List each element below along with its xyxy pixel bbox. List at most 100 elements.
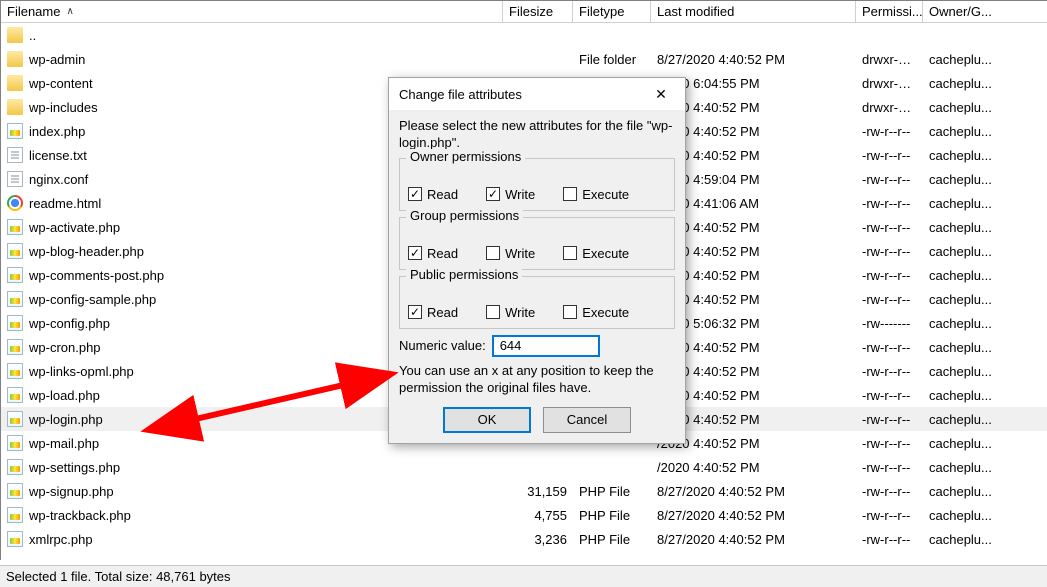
file-size: 3,236 [503, 532, 573, 547]
file-row[interactable]: wp-settings.php/2020 4:40:52 PM-rw-r--r-… [1, 455, 1047, 479]
file-type: PHP File [573, 532, 651, 547]
file-permissions: -rw-r--r-- [856, 292, 923, 307]
file-size: 31,159 [503, 484, 573, 499]
file-permissions: -rw-r--r-- [856, 268, 923, 283]
col-permissions[interactable]: Permissi... [856, 1, 923, 22]
php-icon [7, 483, 23, 499]
checkbox-icon [486, 305, 500, 319]
file-row[interactable]: wp-adminFile folder8/27/2020 4:40:52 PMd… [1, 47, 1047, 71]
php-icon [7, 243, 23, 259]
col-modified[interactable]: Last modified [651, 1, 856, 22]
col-filesize[interactable]: Filesize [503, 1, 573, 22]
change-attributes-dialog: Change file attributes ✕ Please select t… [388, 77, 686, 444]
file-name: index.php [29, 124, 85, 139]
group-read-checkbox[interactable]: ✓Read [408, 246, 458, 261]
file-name: wp-activate.php [29, 220, 120, 235]
checkbox-icon: ✓ [408, 246, 422, 260]
close-button[interactable]: ✕ [647, 84, 675, 104]
file-name: wp-trackback.php [29, 508, 131, 523]
file-permissions: -rw-r--r-- [856, 148, 923, 163]
file-permissions: -rw-r--r-- [856, 172, 923, 187]
file-permissions: drwxr-xr-x [856, 100, 923, 115]
file-name: wp-comments-post.php [29, 268, 164, 283]
file-owner: cacheplu... [923, 484, 1043, 499]
col-filetype[interactable]: Filetype [573, 1, 651, 22]
file-permissions: -rw-r--r-- [856, 364, 923, 379]
file-owner: cacheplu... [923, 268, 1043, 283]
group-permissions-group: Group permissions ✓Read Write Execute [399, 217, 675, 270]
file-permissions: -rw-r--r-- [856, 196, 923, 211]
numeric-value-label: Numeric value: [399, 338, 486, 353]
checkbox-icon [563, 305, 577, 319]
file-owner: cacheplu... [923, 460, 1043, 475]
public-write-checkbox[interactable]: Write [486, 305, 535, 320]
php-icon [7, 123, 23, 139]
file-owner: cacheplu... [923, 76, 1043, 91]
numeric-value-input[interactable] [492, 335, 600, 357]
file-row[interactable]: wp-trackback.php4,755PHP File8/27/2020 4… [1, 503, 1047, 527]
file-permissions: drwxr-xr-x [856, 52, 923, 67]
owner-execute-checkbox[interactable]: Execute [563, 187, 629, 202]
dialog-buttons: OK Cancel [399, 407, 675, 433]
public-execute-checkbox[interactable]: Execute [563, 305, 629, 320]
col-filetype-label: Filetype [579, 4, 625, 19]
col-filesize-label: Filesize [509, 4, 553, 19]
col-permissions-label: Permissi... [862, 4, 923, 19]
file-owner: cacheplu... [923, 220, 1043, 235]
public-legend: Public permissions [406, 267, 522, 282]
file-owner: cacheplu... [923, 364, 1043, 379]
file-name: wp-config.php [29, 316, 110, 331]
file-owner: cacheplu... [923, 124, 1043, 139]
file-row[interactable]: xmlrpc.php3,236PHP File8/27/2020 4:40:52… [1, 527, 1047, 551]
php-icon [7, 507, 23, 523]
file-name: wp-config-sample.php [29, 292, 156, 307]
file-permissions: -rw-r--r-- [856, 460, 923, 475]
file-name: wp-admin [29, 52, 85, 67]
group-execute-checkbox[interactable]: Execute [563, 246, 629, 261]
file-name: license.txt [29, 148, 87, 163]
checkbox-icon: ✓ [408, 305, 422, 319]
file-name: wp-content [29, 76, 93, 91]
owner-write-checkbox[interactable]: ✓Write [486, 187, 535, 202]
checkbox-icon [486, 246, 500, 260]
dialog-titlebar[interactable]: Change file attributes ✕ [389, 78, 685, 110]
file-row[interactable]: wp-signup.php31,159PHP File8/27/2020 4:4… [1, 479, 1047, 503]
col-filename-label: Filename [7, 4, 60, 19]
file-permissions: -rw-r--r-- [856, 388, 923, 403]
file-permissions: -rw-r--r-- [856, 508, 923, 523]
file-permissions: -rw-r--r-- [856, 436, 923, 451]
file-owner: cacheplu... [923, 508, 1043, 523]
file-modified: 8/27/2020 4:40:52 PM [651, 508, 856, 523]
col-modified-label: Last modified [657, 4, 734, 19]
file-name: wp-cron.php [29, 340, 101, 355]
file-name: wp-includes [29, 100, 98, 115]
file-owner: cacheplu... [923, 100, 1043, 115]
file-row[interactable]: .. [1, 23, 1047, 47]
file-name: nginx.conf [29, 172, 88, 187]
file-permissions: -rw-r--r-- [856, 412, 923, 427]
owner-permissions-group: Owner permissions ✓Read ✓Write Execute [399, 158, 675, 211]
folder-icon [7, 99, 23, 115]
file-permissions: -rw-r--r-- [856, 340, 923, 355]
file-name: wp-signup.php [29, 484, 114, 499]
sort-asc-icon: ∧ [66, 6, 73, 17]
file-type: File folder [573, 52, 651, 67]
php-icon [7, 411, 23, 427]
dialog-title: Change file attributes [399, 87, 522, 102]
col-owner[interactable]: Owner/G... [923, 1, 1043, 22]
file-owner: cacheplu... [923, 412, 1043, 427]
file-owner: cacheplu... [923, 52, 1043, 67]
file-name: wp-settings.php [29, 460, 120, 475]
owner-read-checkbox[interactable]: ✓Read [408, 187, 458, 202]
owner-legend: Owner permissions [406, 149, 525, 164]
php-icon [7, 459, 23, 475]
file-owner: cacheplu... [923, 148, 1043, 163]
group-write-checkbox[interactable]: Write [486, 246, 535, 261]
ok-button[interactable]: OK [443, 407, 531, 433]
file-modified: 8/27/2020 4:40:52 PM [651, 484, 856, 499]
public-read-checkbox[interactable]: ✓Read [408, 305, 458, 320]
col-filename[interactable]: Filename ∧ [1, 1, 503, 22]
status-text: Selected 1 file. Total size: 48,761 byte… [6, 569, 231, 584]
cancel-button[interactable]: Cancel [543, 407, 631, 433]
file-owner: cacheplu... [923, 532, 1043, 547]
